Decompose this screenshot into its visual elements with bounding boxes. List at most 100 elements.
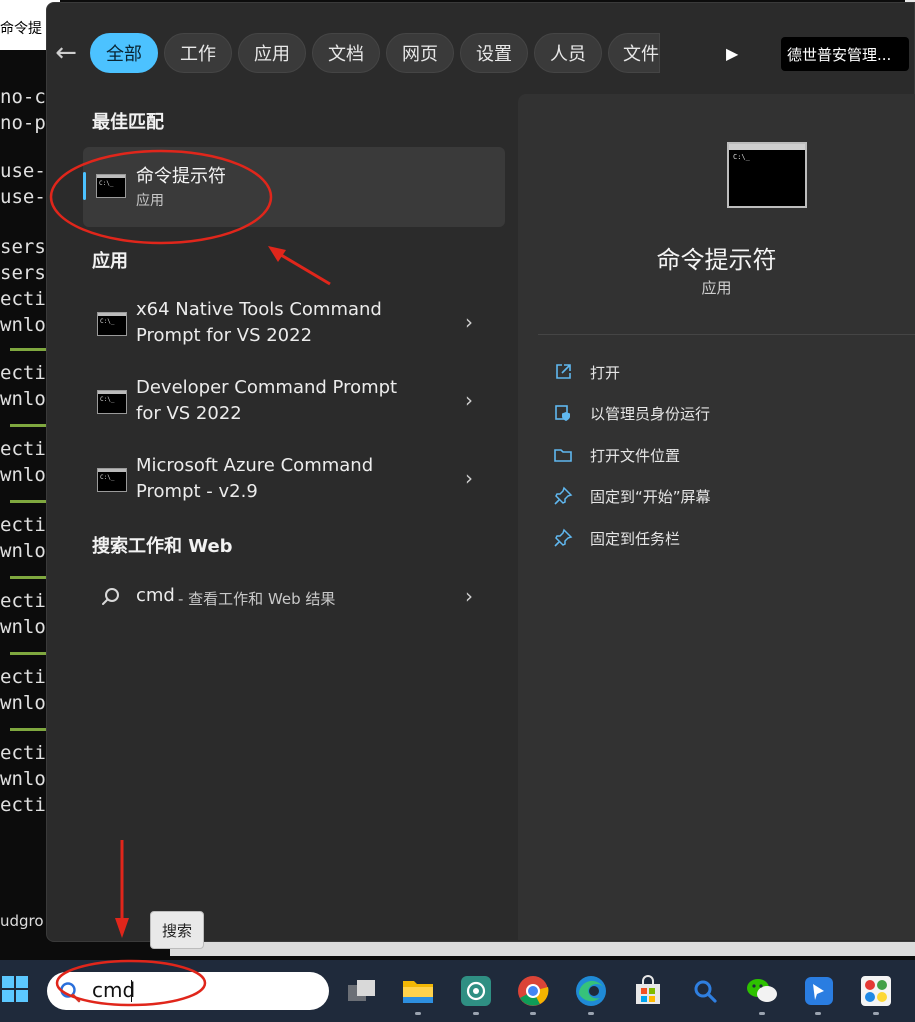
more-tabs-arrow-icon[interactable]: ▶ (726, 44, 746, 64)
section-title-best-match: 最佳匹配 (92, 112, 164, 133)
running-indicator (473, 1012, 479, 1015)
action-label: 打开文件位置 (590, 446, 681, 465)
running-indicator (873, 1012, 879, 1015)
action-label: 固定到任务栏 (590, 529, 681, 548)
terminal-line: wnlo (0, 768, 46, 790)
running-indicator (815, 1012, 821, 1015)
action-label: 打开 (590, 363, 621, 382)
pin-icon (552, 527, 574, 549)
app-item-label: Prompt - v2.9 (136, 481, 258, 502)
back-arrow-icon[interactable]: ← (48, 35, 84, 71)
edge-icon[interactable] (574, 974, 608, 1008)
terminal-line: wnlo (0, 464, 46, 486)
app-item-label: Developer Command Prompt (136, 377, 398, 398)
terminal-line: ecti (0, 514, 46, 536)
tab-web[interactable]: 网页 (386, 33, 454, 73)
preview-title: 命令提示符 (656, 246, 777, 274)
feishu-icon[interactable] (802, 974, 836, 1008)
search-icon (60, 982, 81, 1003)
pin-icon (552, 485, 574, 507)
chevron-right-icon[interactable]: › (465, 584, 473, 608)
terminal-line: wnlo (0, 388, 46, 410)
tab-documents[interactable]: 文档 (312, 33, 380, 73)
divider (538, 334, 915, 335)
terminal-line: sers (0, 236, 46, 258)
command-prompt-icon: C:\_ (97, 468, 127, 492)
best-match-name: 命令提示符 (136, 166, 226, 187)
chatgpt-icon[interactable] (459, 974, 493, 1008)
terminal-line: ecti (0, 742, 46, 764)
action-open-file-location[interactable]: 打开文件位置 (552, 441, 680, 469)
file-explorer-icon[interactable] (401, 974, 435, 1008)
shield-icon (552, 402, 574, 424)
command-prompt-icon: C:\_ (97, 390, 127, 414)
terminal-line: sers (0, 262, 46, 284)
tab-files[interactable]: 文件 (608, 33, 660, 73)
app-item-label: x64 Native Tools Command (136, 299, 382, 320)
terminal-line: ecti (0, 362, 46, 384)
terminal-progress-bar (10, 500, 46, 503)
terminal-line: wnlo (0, 540, 46, 562)
terminal-line: ecti (0, 288, 46, 310)
terminal-line: wnlo (0, 692, 46, 714)
running-indicator (415, 1012, 421, 1015)
running-indicator (588, 1012, 594, 1015)
terminal-progress-bar (10, 424, 46, 427)
background-window-edge (170, 942, 915, 956)
tab-work[interactable]: 工作 (164, 33, 232, 73)
terminal-progress-bar (10, 728, 46, 731)
terminal-line: ecti (0, 590, 46, 612)
running-indicator (530, 1012, 536, 1015)
search-app-icon[interactable] (688, 974, 722, 1008)
search-input[interactable]: cmd (92, 978, 135, 1002)
app-item-label: Prompt for VS 2022 (136, 325, 313, 346)
microsoft-store-icon[interactable] (631, 974, 665, 1008)
section-title-web: 搜索工作和 Web (92, 536, 233, 557)
terminal-line: use- (0, 160, 46, 182)
terminal-line: use- (0, 186, 46, 208)
chevron-right-icon[interactable]: › (465, 388, 473, 412)
terminal-line: ecti (0, 438, 46, 460)
task-view-icon[interactable] (345, 974, 379, 1008)
search-tooltip: 搜索 (150, 911, 204, 949)
terminal-line: wnlo (0, 616, 46, 638)
terminal-line: no-p (0, 112, 46, 134)
terminal-line: wnlo (0, 314, 46, 336)
terminal-line: no-c (0, 86, 46, 108)
taskbar-search-box[interactable] (47, 972, 329, 1010)
terminal-line: udgro (0, 912, 44, 930)
chevron-right-icon[interactable]: › (465, 466, 473, 490)
action-label: 以管理员身份运行 (590, 404, 711, 423)
tab-all[interactable]: 全部 (90, 33, 158, 73)
chrome-icon[interactable] (516, 974, 550, 1008)
wechat-icon[interactable] (745, 974, 779, 1008)
command-prompt-large-icon: C:\_ (727, 142, 807, 208)
colorful-app-icon[interactable] (859, 974, 893, 1008)
action-open[interactable]: 打开 (552, 358, 620, 386)
search-filter-tabs: ← 全部 工作 应用 文档 网页 设置 人员 文件 (48, 32, 666, 74)
terminal-line: ecti (0, 666, 46, 688)
tab-people[interactable]: 人员 (534, 33, 602, 73)
web-query: cmd (136, 585, 175, 606)
running-indicator (759, 1012, 765, 1015)
best-match-type: 应用 (136, 193, 164, 209)
text-cursor (131, 980, 132, 1002)
terminal-progress-bar (10, 652, 46, 655)
tab-settings[interactable]: 设置 (460, 33, 528, 73)
open-external-icon (552, 361, 574, 383)
app-item-label: for VS 2022 (136, 403, 242, 424)
windows-start-icon[interactable] (2, 976, 28, 1002)
chevron-right-icon[interactable]: › (465, 310, 473, 334)
action-pin-to-start[interactable]: 固定到“开始”屏幕 (552, 482, 711, 510)
terminal-progress-bar (10, 576, 46, 579)
command-prompt-icon: C:\_ (96, 174, 126, 198)
terminal-progress-bar (10, 348, 46, 351)
tab-apps[interactable]: 应用 (238, 33, 306, 73)
account-button[interactable]: 德世普安管理... (781, 37, 909, 71)
section-title-apps: 应用 (92, 251, 128, 272)
action-pin-to-taskbar[interactable]: 固定到任务栏 (552, 524, 680, 552)
preview-pane (518, 94, 915, 940)
action-run-as-admin[interactable]: 以管理员身份运行 (552, 399, 710, 427)
action-label: 固定到“开始”屏幕 (590, 487, 711, 506)
command-prompt-icon: C:\_ (97, 312, 127, 336)
